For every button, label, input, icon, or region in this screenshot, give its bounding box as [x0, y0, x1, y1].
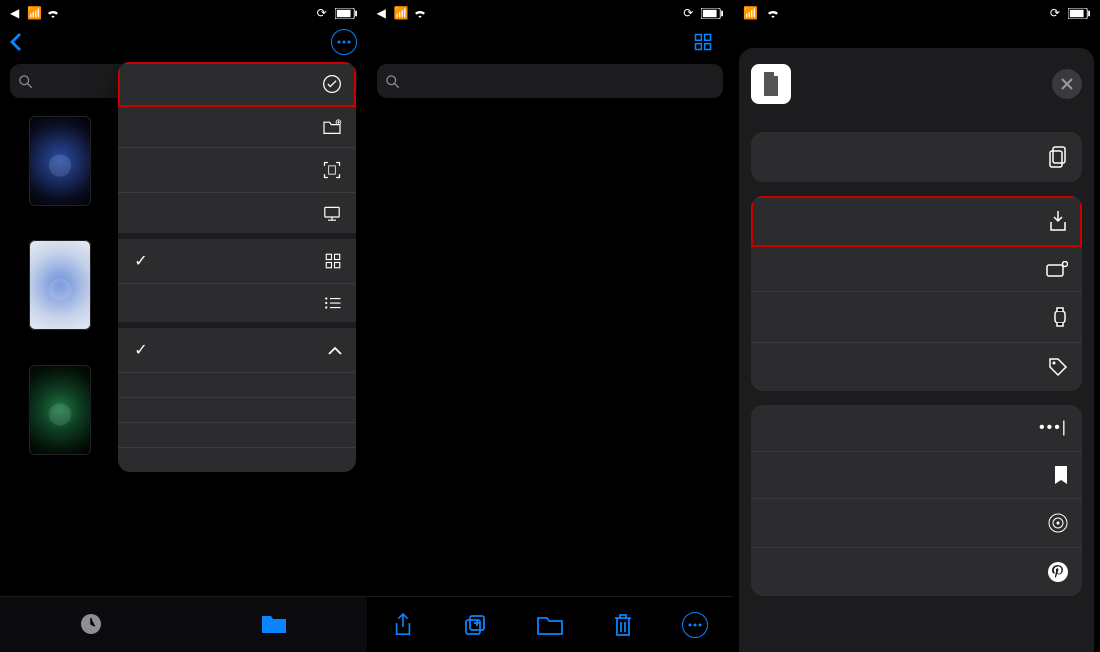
list-icon [324, 296, 342, 310]
bookmark-icon [1054, 466, 1068, 484]
wifi-icon [413, 8, 427, 18]
action-block-apps: •••| [751, 405, 1082, 596]
tab-browse[interactable] [261, 613, 287, 637]
more-button[interactable] [331, 29, 357, 55]
menu-select[interactable] [118, 62, 356, 107]
edit-actions-link[interactable] [739, 596, 1094, 620]
wifi-icon [46, 8, 60, 18]
folder-plus-icon [322, 119, 342, 135]
file-item[interactable] [6, 361, 114, 471]
menu-sort-kind[interactable] [118, 423, 356, 448]
menu-scan-document[interactable] [118, 148, 356, 193]
signal-icon: 📶 [743, 6, 758, 20]
share-sheet: •••| [739, 48, 1094, 652]
menu-new-folder[interactable] [118, 107, 356, 148]
orientation-lock-icon: ⟳ [1050, 6, 1060, 20]
clock-icon [79, 612, 103, 636]
close-button[interactable] [1052, 69, 1082, 99]
more-button[interactable] [682, 612, 708, 638]
copy-icon [1048, 146, 1068, 168]
back-button[interactable] [10, 33, 23, 51]
search-field[interactable] [377, 64, 724, 98]
phone-3: 📶 ⟳ [733, 0, 1100, 652]
search-icon [385, 74, 400, 89]
duplicate-icon[interactable] [463, 613, 487, 637]
check-icon: ✓ [132, 251, 150, 271]
tag-icon [1048, 357, 1068, 377]
scan-icon [322, 160, 342, 180]
share-icon[interactable] [392, 612, 414, 638]
back-caret-icon: ◀ [377, 6, 386, 20]
back-caret-icon: ◀ [10, 6, 19, 20]
menu-sort-date[interactable] [118, 373, 356, 398]
action-keep[interactable] [751, 452, 1082, 499]
file-item[interactable] [6, 112, 114, 236]
battery-icon [335, 8, 357, 19]
wifi-icon [766, 8, 780, 18]
context-menu: ✓ ✓ [118, 62, 356, 472]
battery-icon [1068, 8, 1090, 19]
close-icon [1061, 78, 1073, 90]
battery-icon [701, 8, 723, 19]
signal-icon: 📶 [27, 6, 42, 20]
watch-icon [1052, 306, 1068, 328]
action-lastpass[interactable]: •••| [751, 405, 1082, 452]
menu-connect-server[interactable] [118, 193, 356, 239]
folder-icon [261, 613, 287, 635]
file-thumb [29, 116, 91, 206]
action-save-images[interactable] [751, 196, 1082, 247]
orientation-lock-icon: ⟳ [683, 6, 693, 20]
status-bar: ◀ 📶 ⟳ [367, 0, 734, 26]
menu-sort-name[interactable]: ✓ [118, 328, 356, 373]
signal-icon: 📶 [394, 6, 409, 20]
nav-header [0, 26, 367, 58]
tab-bar [0, 596, 367, 652]
menu-sort-size[interactable] [118, 398, 356, 423]
document-icon [751, 64, 791, 104]
vsco-icon [1048, 513, 1068, 533]
file-grid [367, 104, 734, 120]
action-vsco[interactable] [751, 499, 1082, 548]
action-shared-album[interactable] [751, 247, 1082, 292]
file-item[interactable] [6, 236, 114, 360]
sheet-header [739, 60, 1094, 118]
select-circle-icon [322, 74, 342, 94]
file-grid [0, 104, 120, 479]
menu-view-icons[interactable]: ✓ [118, 239, 356, 284]
menu-sort-label[interactable] [118, 448, 356, 472]
action-block-copy [751, 132, 1082, 182]
action-toolbar [367, 596, 734, 652]
lastpass-icon: •••| [1039, 419, 1068, 437]
phone-2: ◀ 📶 ⟳ [367, 0, 734, 652]
check-icon: ✓ [132, 340, 150, 360]
status-bar: 📶 ⟳ [733, 0, 1100, 26]
file-thumb [29, 365, 91, 455]
action-block-main [751, 196, 1082, 391]
action-add-tag[interactable] [751, 343, 1082, 391]
save-download-icon [1048, 210, 1068, 232]
trash-icon[interactable] [613, 613, 633, 637]
move-folder-icon[interactable] [537, 614, 563, 636]
pinterest-icon [1048, 562, 1068, 582]
status-bar: ◀ 📶 ⟳ [0, 0, 367, 26]
file-thumb [29, 240, 91, 330]
action-copy[interactable] [751, 132, 1082, 182]
orientation-lock-icon: ⟳ [317, 6, 327, 20]
select-header [367, 26, 734, 58]
grid-toggle-icon[interactable] [693, 32, 713, 52]
tab-recent[interactable] [79, 612, 103, 638]
search-icon [18, 74, 33, 89]
chevron-up-icon [328, 346, 342, 355]
grid-icon [324, 252, 342, 270]
action-watch-face[interactable] [751, 292, 1082, 343]
server-icon [322, 205, 342, 221]
action-pinterest[interactable] [751, 548, 1082, 596]
phone-1: ◀ 📶 ⟳ [0, 0, 367, 652]
shared-album-icon [1046, 261, 1068, 277]
menu-view-list[interactable] [118, 284, 356, 328]
